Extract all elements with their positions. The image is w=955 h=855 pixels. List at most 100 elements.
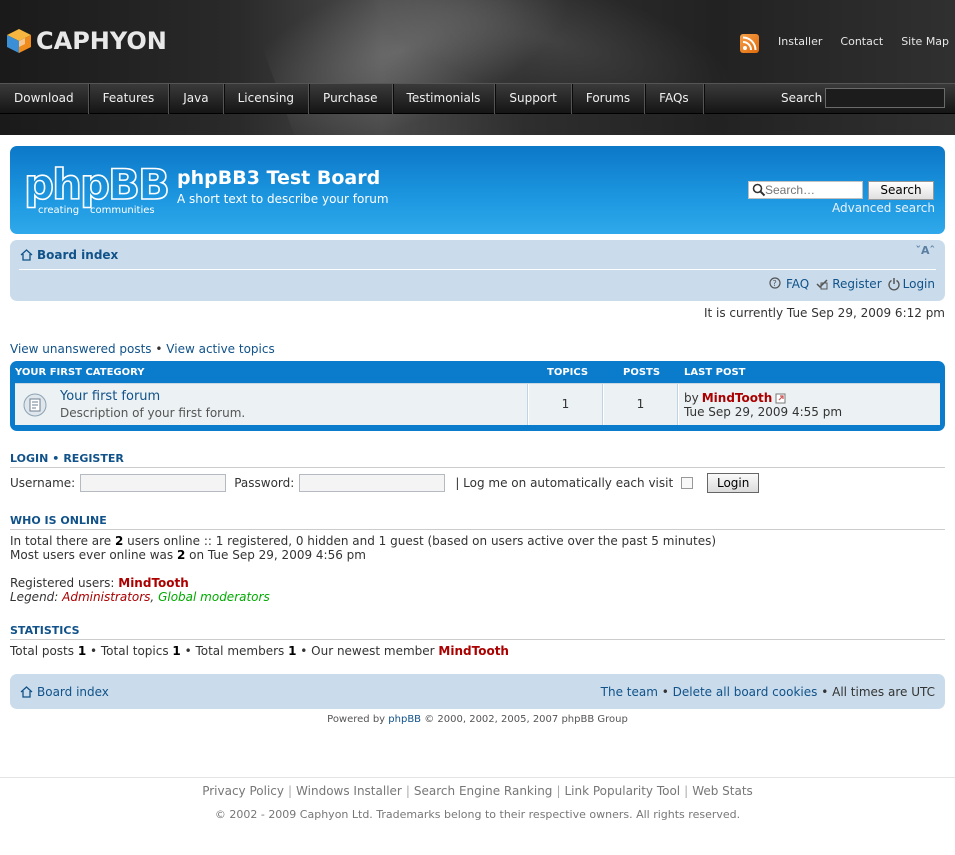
register-label: Register: [832, 277, 882, 291]
divider: [0, 777, 955, 778]
site-footer-links: Privacy Policy | Windows Installer | Search …: [0, 784, 955, 798]
who-is-online-title: WHO IS ONLINE: [10, 514, 107, 527]
top-link-installer[interactable]: Installer: [778, 35, 822, 48]
registered-user-link[interactable]: MindTooth: [118, 576, 189, 590]
nav-download[interactable]: Download: [0, 84, 89, 114]
phpbb-logo[interactable]: phpBB creating communities: [24, 161, 169, 217]
last-post-by: by: [684, 391, 699, 405]
site-search-label: Search: [781, 91, 823, 105]
nav-forums[interactable]: Forums: [572, 84, 646, 114]
last-post-user-link[interactable]: MindTooth: [702, 391, 773, 405]
top-link-site-map[interactable]: Site Map: [901, 35, 949, 48]
divider: [10, 529, 945, 530]
separator: •: [155, 342, 163, 356]
site-header: CAPHYON Installer Contact Site Map Downl…: [0, 0, 955, 135]
search-engine-ranking-link[interactable]: Search Engine Ranking: [414, 784, 553, 798]
footer-board-index-label: Board index: [37, 685, 109, 699]
navbar-divider: [19, 269, 936, 270]
nav-java[interactable]: Java: [169, 84, 224, 114]
text: • Total members: [180, 644, 289, 658]
faq-label: FAQ: [785, 277, 810, 291]
register-link[interactable]: Register: [815, 277, 882, 291]
category-name[interactable]: YOUR FIRST CATEGORY: [15, 367, 145, 378]
login-link[interactable]: Login: [887, 277, 935, 291]
nav-faqs[interactable]: FAQs: [645, 84, 704, 114]
web-stats-link[interactable]: Web Stats: [692, 784, 753, 798]
autologin-checkbox[interactable]: [681, 477, 694, 489]
nav-support[interactable]: Support: [495, 84, 572, 114]
home-icon: [20, 686, 33, 698]
column-last-post: LAST POST: [684, 367, 746, 378]
text: users online :: 1 registered, 0 hidden a…: [123, 534, 717, 548]
unanswered-posts-link[interactable]: View unanswered posts: [10, 342, 152, 356]
board-title: phpBB3 Test Board: [177, 167, 381, 189]
username-label: Username:: [10, 476, 76, 490]
nav-features[interactable]: Features: [89, 84, 170, 114]
logo-main-text: phpBB: [24, 161, 168, 209]
forum-title-link[interactable]: Your first forum: [60, 389, 160, 404]
divider: [10, 467, 945, 468]
text: In total there are: [10, 534, 115, 548]
group-legend: Legend: Administrators, Global moderator…: [10, 590, 270, 604]
forum-description: Description of your first forum.: [60, 406, 246, 420]
board-search-button[interactable]: Search: [868, 181, 934, 200]
rss-icon[interactable]: [740, 34, 759, 53]
nav-testimonials[interactable]: Testimonials: [393, 84, 496, 114]
forum-read-icon: [23, 393, 47, 417]
active-topics-link[interactable]: View active topics: [166, 342, 274, 356]
username-input[interactable]: [80, 474, 227, 492]
svg-text:?: ?: [772, 279, 776, 288]
login-button[interactable]: Login: [707, 473, 760, 493]
footer-links: The team • Delete all board cookies • Al…: [601, 685, 935, 699]
total-posts: 1: [77, 644, 87, 658]
site-search-input[interactable]: [825, 88, 945, 108]
text: • Total topics: [86, 644, 173, 658]
text: Powered by: [327, 714, 389, 725]
the-team-link[interactable]: The team: [601, 685, 658, 699]
login-heading-link[interactable]: LOGIN: [10, 452, 48, 465]
windows-installer-link[interactable]: Windows Installer: [296, 784, 402, 798]
view-latest-post-icon[interactable]: [775, 393, 787, 404]
separator: |: [556, 784, 561, 798]
category-header: YOUR FIRST CATEGORY TOPICS POSTS LAST PO…: [15, 367, 940, 381]
newest-member-link[interactable]: MindTooth: [438, 644, 509, 658]
password-input[interactable]: [299, 474, 446, 492]
top-link-contact[interactable]: Contact: [840, 35, 883, 48]
legend-label: Legend:: [10, 590, 63, 604]
breadcrumb-board-index[interactable]: Board index: [20, 248, 118, 262]
phpbb-link[interactable]: phpBB: [388, 714, 421, 725]
quick-links: View unanswered posts • View active topi…: [10, 342, 275, 356]
faq-link[interactable]: ? FAQ: [769, 277, 809, 291]
delete-cookies-link[interactable]: Delete all board cookies: [673, 685, 818, 699]
navbar-links: ? FAQ Register Login: [769, 277, 935, 291]
online-line-record: Most users ever online was 2 on Tue Sep …: [10, 548, 716, 562]
login-icon: [887, 278, 900, 291]
password-label: Password:: [234, 476, 295, 490]
register-heading-link[interactable]: REGISTER: [63, 452, 124, 465]
link-popularity-tool-link[interactable]: Link Popularity Tool: [564, 784, 680, 798]
top-links: Installer Contact Site Map: [778, 35, 949, 48]
text: • Our newest member: [296, 644, 439, 658]
footer-board-index-link[interactable]: Board index: [20, 685, 109, 699]
total-topics: 1: [172, 644, 181, 658]
advanced-search-link[interactable]: Advanced search: [832, 201, 935, 215]
registered-label: Registered users:: [10, 576, 119, 590]
separator: |: [405, 784, 410, 798]
separator: •: [817, 685, 833, 699]
login-label: Login: [902, 277, 935, 291]
nav-purchase[interactable]: Purchase: [309, 84, 393, 114]
statistics-line: Total posts 1 • Total topics 1 • Total m…: [10, 644, 509, 658]
divider: [10, 639, 945, 640]
legend-global-moderators-link[interactable]: Global moderators: [158, 590, 270, 604]
forum-topics-count: 1: [528, 384, 603, 425]
column-posts: POSTS: [623, 367, 661, 378]
privacy-policy-link[interactable]: Privacy Policy: [202, 784, 284, 798]
caphyon-logo[interactable]: CAPHYON: [6, 27, 167, 55]
breadcrumb-label: Board index: [37, 248, 119, 262]
legend-administrators-link[interactable]: Administrators: [62, 590, 150, 604]
font-resize-control[interactable]: ˇAˆ: [915, 244, 935, 257]
forum-info-cell: Your first forum Description of your fir…: [15, 384, 528, 425]
cube-logo-icon: [7, 29, 31, 53]
nav-licensing[interactable]: Licensing: [224, 84, 310, 114]
column-topics: TOPICS: [547, 367, 589, 378]
